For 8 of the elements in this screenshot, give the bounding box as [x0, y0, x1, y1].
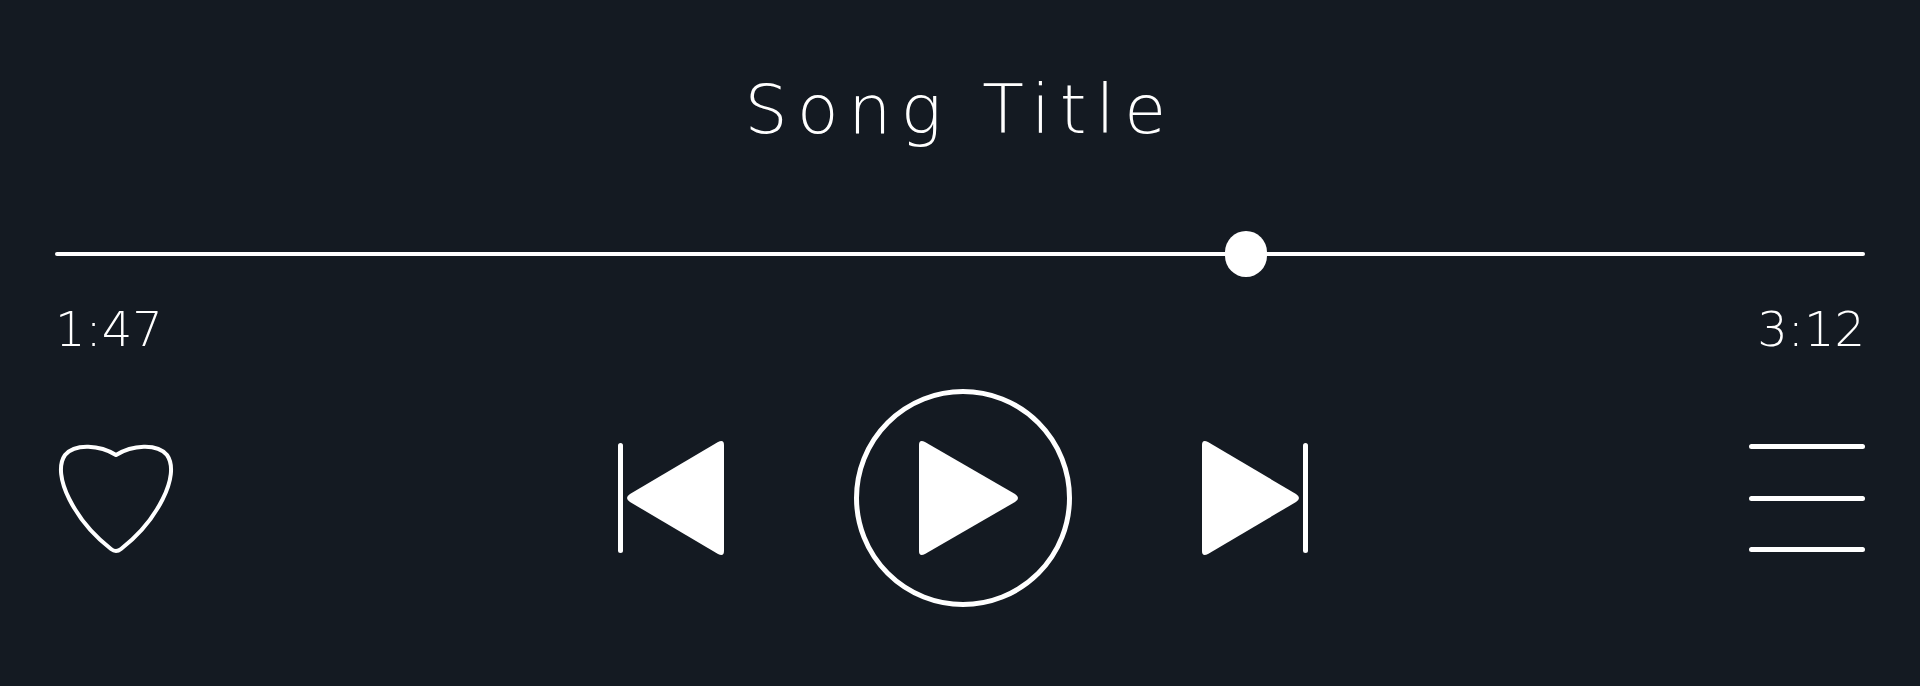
progress-track[interactable] — [55, 231, 1865, 277]
menu-icon — [1749, 442, 1865, 554]
progress-thumb[interactable] — [1224, 231, 1267, 277]
elapsed-time: 1:47 — [55, 301, 163, 357]
song-title: Song Title — [744, 70, 1176, 150]
total-duration: 3:12 — [1757, 301, 1865, 357]
play-button[interactable] — [854, 389, 1072, 607]
menu-button[interactable] — [1749, 442, 1865, 554]
